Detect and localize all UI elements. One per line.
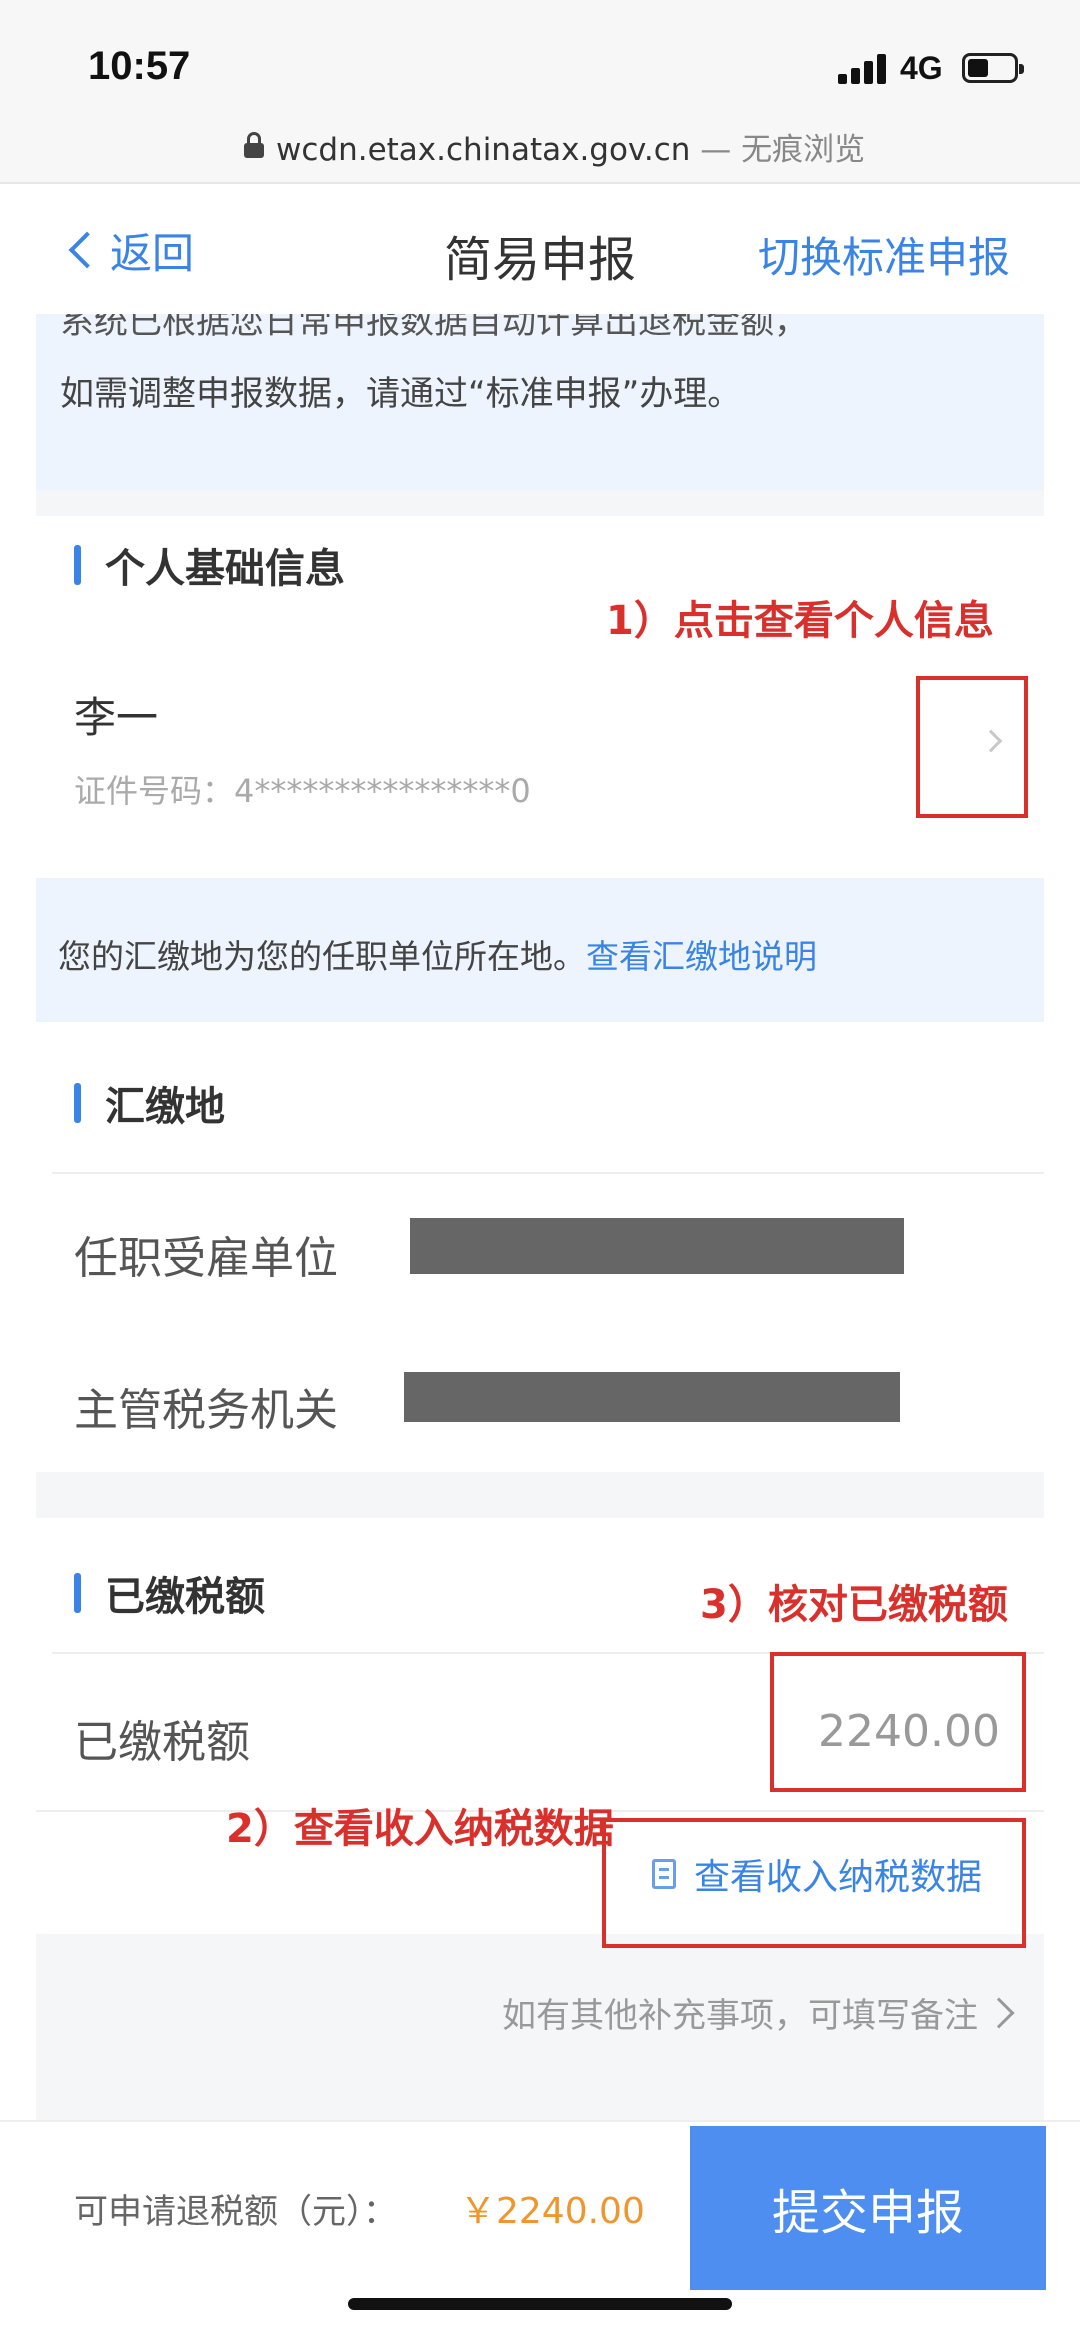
annotation-step-1: 1）点击查看个人信息: [606, 598, 994, 644]
battery-icon: [962, 53, 1024, 83]
section-marker: [74, 1573, 81, 1613]
switch-standard-button[interactable]: 切换标准申报: [758, 224, 1010, 285]
remark-entry[interactable]: 如有其他补充事项，可填写备注: [502, 1988, 1015, 2037]
annotation-step-2: 2）查看收入纳税数据: [226, 1806, 614, 1852]
remit-place-title: 汇缴地: [74, 1074, 225, 1132]
annotation-step-3: 3）核对已缴税额: [700, 1582, 1008, 1628]
annotation-box-3: [770, 1652, 1026, 1792]
remit-notice: 您的汇缴地为您的任职单位所在地。查看汇缴地说明: [36, 878, 1044, 1022]
back-label: 返回: [110, 228, 195, 278]
section-gap: [36, 1472, 1044, 1518]
personal-info-title: 个人基础信息: [74, 536, 345, 594]
employer-redacted: [410, 1218, 904, 1274]
refund-value: ￥2240.00: [460, 2191, 645, 2232]
refund-label: 可申请退税额（元）：: [74, 2192, 397, 2232]
employer-label: 任职受雇单位: [74, 1233, 338, 1284]
url-domain: wcdn.etax.chinatax.gov.cn: [276, 132, 691, 168]
section-title-text: 个人基础信息: [105, 546, 345, 592]
chevron-left-icon: [68, 231, 106, 269]
section-title-text: 已缴税额: [105, 1574, 265, 1620]
status-time: 10:57: [88, 44, 191, 88]
notice-line-1: 系统已根据您日常申报数据自动计算出退税金额，: [60, 314, 808, 342]
chevron-right-icon: [983, 1996, 1015, 2029]
person-name: 李一: [74, 693, 159, 742]
person-id-number: 证件号码：4****************0: [74, 772, 531, 810]
back-button[interactable]: 返回: [64, 222, 194, 278]
network-type: 4G: [900, 50, 943, 86]
annotation-box-2: [602, 1818, 1026, 1948]
browsing-mode: — 无痕浏览: [690, 132, 866, 168]
status-bar: 10:57 4G: [0, 0, 1080, 110]
tax-office-label: 主管税务机关: [74, 1385, 338, 1436]
submit-button[interactable]: 提交申报: [690, 2126, 1046, 2290]
section-gap: [36, 490, 1044, 516]
tax-office-redacted: [404, 1372, 900, 1422]
lock-icon: [244, 132, 264, 158]
remit-notice-text: 您的汇缴地为您的任职单位所在地。: [58, 937, 586, 976]
url-bar[interactable]: wcdn.etax.chinatax.gov.cn — 无痕浏览: [0, 110, 1080, 184]
section-title-text: 汇缴地: [105, 1084, 225, 1130]
paid-tax-label: 已缴税额: [74, 1717, 250, 1768]
remit-explanation-link[interactable]: 查看汇缴地说明: [586, 937, 817, 976]
section-marker: [74, 1083, 81, 1123]
nav-bar: 返回 简易申报 切换标准申报: [0, 184, 1080, 314]
annotation-box-1: [916, 676, 1028, 818]
top-notice: 系统已根据您日常申报数据自动计算出退税金额， 如需调整申报数据，请通过“标准申报…: [36, 314, 1044, 490]
home-indicator[interactable]: [348, 2298, 732, 2310]
signal-icon: [838, 52, 890, 84]
remark-text: 如有其他补充事项，可填写备注: [502, 1996, 978, 2036]
section-marker: [74, 545, 81, 585]
notice-line-2: 如需调整申报数据，请通过“标准申报”办理。: [60, 374, 742, 414]
divider: [52, 1172, 1044, 1174]
url-text: wcdn.etax.chinatax.gov.cn — 无痕浏览: [276, 124, 865, 169]
paid-tax-title: 已缴税额: [74, 1564, 265, 1622]
screen: 10:57 4G wcdn.etax.chinatax.gov.cn — 无痕浏…: [0, 0, 1080, 2337]
